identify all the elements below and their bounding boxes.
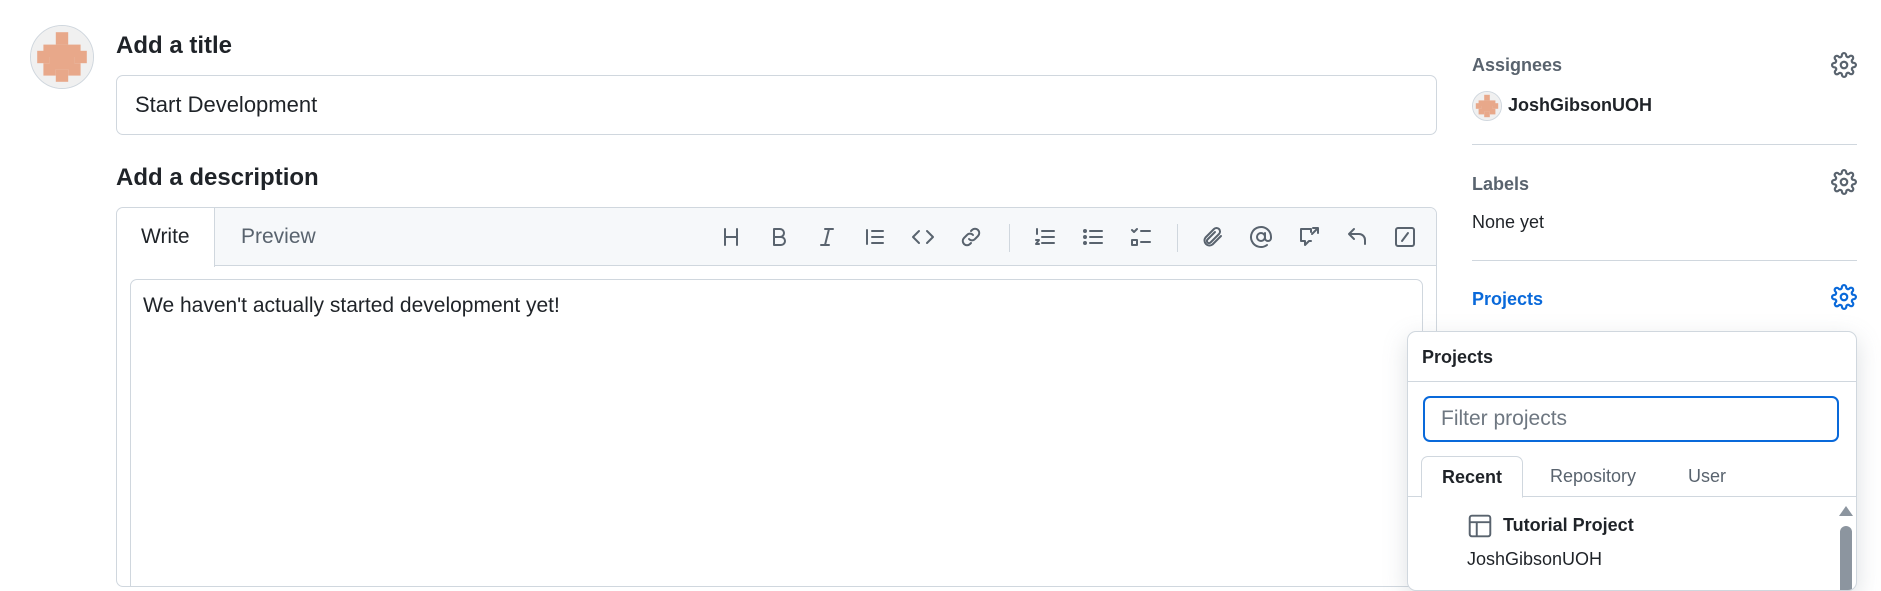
tab-user[interactable]: User	[1668, 456, 1746, 497]
assignee-avatar	[1472, 91, 1502, 121]
numbered-list-icon[interactable]	[1029, 221, 1061, 253]
sidebar-divider	[1472, 144, 1857, 145]
identicon-avatar-icon	[1473, 92, 1501, 120]
tab-recent[interactable]: Recent	[1421, 456, 1524, 498]
scrollbar-thumb[interactable]	[1840, 526, 1852, 590]
labels-gear-icon[interactable]	[1831, 169, 1857, 200]
link-icon[interactable]	[955, 221, 987, 253]
code-icon[interactable]	[907, 221, 939, 253]
labels-value: None yet	[1472, 212, 1545, 232]
bold-icon[interactable]	[763, 221, 795, 253]
project-tabs: Recent Repository User	[1408, 456, 1856, 498]
project-name: Tutorial Project	[1503, 515, 1634, 535]
unordered-list-icon[interactable]	[1077, 221, 1109, 253]
projects-popover: Projects Recent Repository User Tutorial…	[1407, 331, 1857, 591]
title-input[interactable]: Start Development	[116, 75, 1437, 135]
projects-gear-icon[interactable]	[1831, 284, 1857, 315]
slash-commands-icon[interactable]	[1389, 221, 1421, 253]
identicon-avatar-icon	[31, 26, 93, 88]
tab-preview[interactable]: Preview	[217, 208, 340, 267]
author-avatar	[30, 25, 94, 89]
tab-repository[interactable]: Repository	[1530, 456, 1656, 497]
attach-icon[interactable]	[1197, 221, 1229, 253]
filter-projects-input[interactable]	[1423, 396, 1839, 442]
markdown-editor: Write Preview We haven't actually starte…	[116, 207, 1437, 587]
scroll-up-icon[interactable]	[1839, 506, 1853, 516]
projects-label[interactable]: Projects	[1472, 289, 1543, 310]
italic-icon[interactable]	[811, 221, 843, 253]
assignee-name[interactable]: JoshGibsonUOH	[1508, 95, 1652, 116]
project-owner: JoshGibsonUOH	[1467, 549, 1603, 569]
mention-icon[interactable]	[1245, 221, 1277, 253]
table-icon	[1467, 513, 1493, 544]
labels-label: Labels	[1472, 174, 1530, 194]
saved-replies-icon[interactable]	[1341, 221, 1373, 253]
assignees-gear-icon[interactable]	[1831, 52, 1857, 83]
task-list-icon[interactable]	[1125, 221, 1157, 253]
editor-header: Write Preview	[117, 208, 1436, 267]
description-heading: Add a description	[116, 164, 319, 191]
assignees-label: Assignees	[1472, 55, 1563, 75]
description-textarea[interactable]: We haven't actually started development …	[130, 279, 1423, 586]
title-heading: Add a title	[116, 32, 233, 59]
heading-icon[interactable]	[715, 221, 747, 253]
list-item[interactable]: Tutorial Project JoshGibsonUOH	[1408, 498, 1840, 590]
quote-icon[interactable]	[859, 221, 891, 253]
sidebar-divider	[1472, 260, 1857, 261]
cross-reference-icon[interactable]	[1293, 221, 1325, 253]
tab-write[interactable]: Write	[117, 208, 215, 267]
popover-title: Projects	[1408, 332, 1856, 382]
